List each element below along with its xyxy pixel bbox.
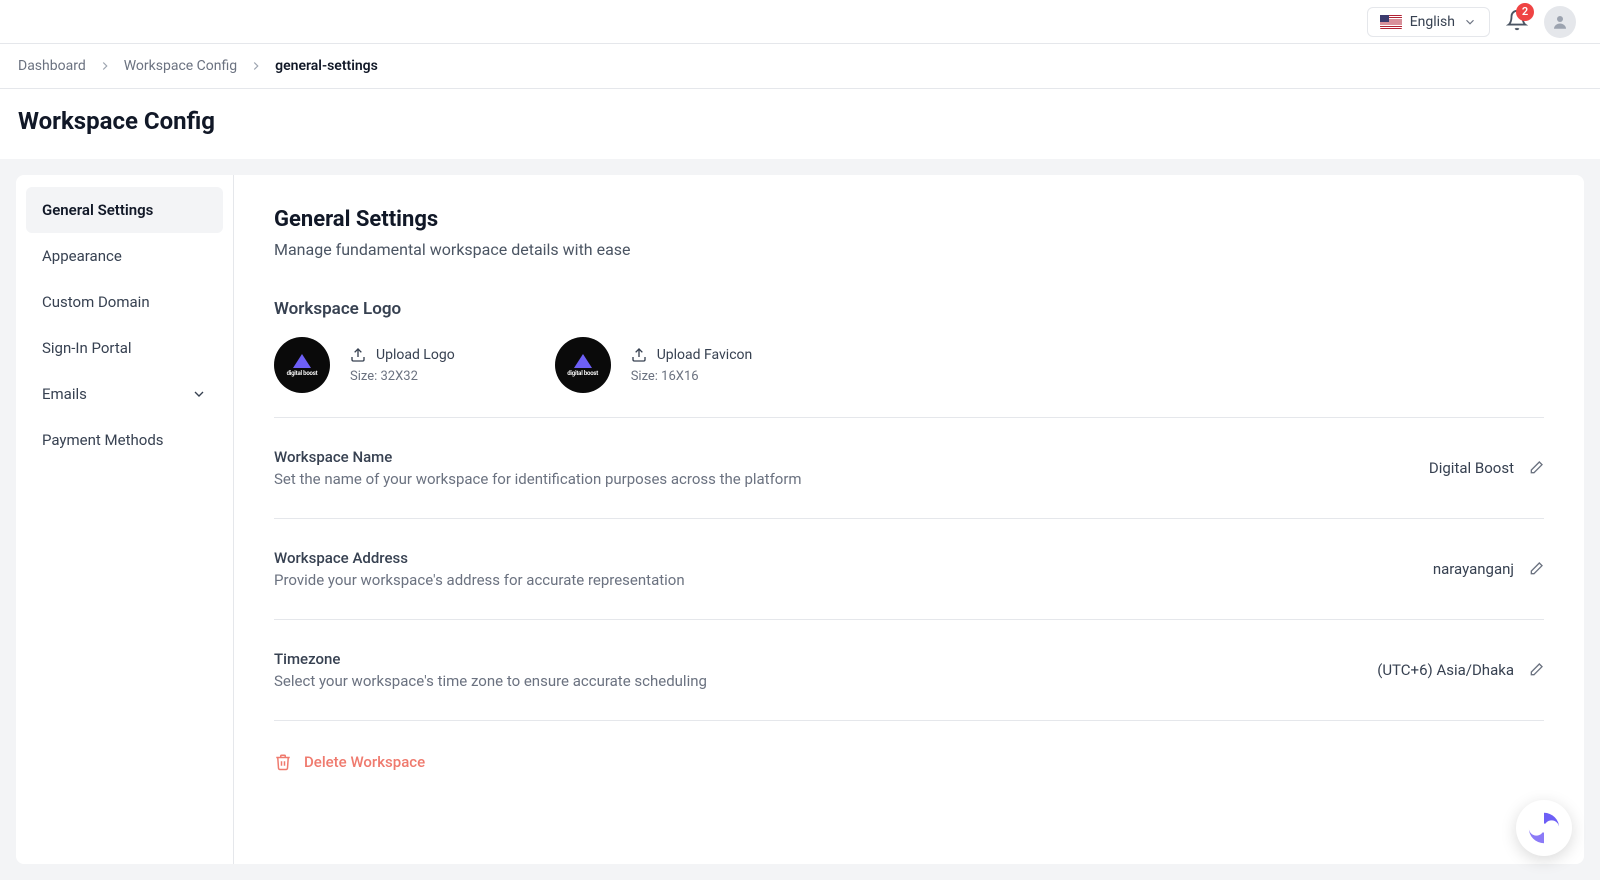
- sidebar-item-payment-methods[interactable]: Payment Methods: [26, 417, 223, 463]
- upload-icon: [631, 347, 647, 363]
- favicon-brand-text: digital boost: [567, 370, 598, 377]
- breadcrumb-workspace-config[interactable]: Workspace Config: [124, 58, 237, 74]
- workspace-name-value: Digital Boost: [1429, 459, 1514, 477]
- notifications-button[interactable]: 2: [1506, 9, 1528, 35]
- chevron-right-icon: [249, 59, 263, 73]
- upload-favicon-button[interactable]: Upload Favicon: [631, 347, 753, 363]
- logo-triangle-icon: [293, 354, 311, 368]
- upload-logo-size: Size: 32X32: [350, 369, 455, 384]
- workspace-favicon-preview: digital boost: [555, 337, 611, 393]
- language-selector[interactable]: English: [1367, 7, 1490, 37]
- pencil-icon: [1528, 460, 1544, 476]
- user-avatar[interactable]: [1544, 6, 1576, 38]
- page-title: Workspace Config: [0, 89, 1600, 159]
- sidebar-item-sign-in-portal[interactable]: Sign-In Portal: [26, 325, 223, 371]
- user-icon: [1551, 13, 1569, 31]
- flag-us-icon: [1380, 15, 1402, 29]
- upload-logo-column: Upload Logo Size: 32X32: [350, 347, 455, 384]
- upload-favicon-size: Size: 16X16: [631, 369, 753, 384]
- help-swirl-icon: [1525, 809, 1563, 847]
- upload-favicon-label: Upload Favicon: [657, 347, 753, 363]
- field-desc: Set the name of your workspace for ident…: [274, 470, 802, 488]
- chevron-down-icon: [1463, 15, 1477, 29]
- logo-brand-text: digital boost: [287, 370, 318, 377]
- edit-workspace-address-button[interactable]: [1528, 561, 1544, 577]
- upload-icon: [350, 347, 366, 363]
- sidebar-item-general-settings[interactable]: General Settings: [26, 187, 223, 233]
- divider: [274, 619, 1544, 620]
- sidebar-item-label: Payment Methods: [42, 431, 164, 449]
- upload-logo-label: Upload Logo: [376, 347, 455, 363]
- notification-badge: 2: [1516, 3, 1534, 21]
- field-desc: Select your workspace's time zone to ens…: [274, 672, 707, 690]
- main-area: General Settings Appearance Custom Domai…: [0, 159, 1600, 880]
- logo-row: digital boost Upload Logo Size: 32X32: [274, 337, 1544, 393]
- sidebar-item-appearance[interactable]: Appearance: [26, 233, 223, 279]
- field-workspace-name: Workspace Name Set the name of your work…: [274, 442, 1544, 494]
- timezone-value: (UTC+6) Asia/Dhaka: [1377, 661, 1514, 679]
- pencil-icon: [1528, 561, 1544, 577]
- settings-panel: General Settings Appearance Custom Domai…: [16, 175, 1584, 864]
- field-title: Timezone: [274, 650, 707, 668]
- favicon-block: digital boost Upload Favicon Size: 16X16: [555, 337, 753, 393]
- trash-icon: [274, 753, 292, 771]
- breadcrumb-dashboard[interactable]: Dashboard: [18, 58, 86, 74]
- field-desc: Provide your workspace's address for acc…: [274, 571, 685, 589]
- upload-logo-button[interactable]: Upload Logo: [350, 347, 455, 363]
- edit-timezone-button[interactable]: [1528, 662, 1544, 678]
- divider: [274, 720, 1544, 721]
- sidebar-item-label: Appearance: [42, 247, 122, 265]
- pencil-icon: [1528, 662, 1544, 678]
- logo-block: digital boost Upload Logo Size: 32X32: [274, 337, 455, 393]
- workspace-address-value: narayanganj: [1433, 560, 1514, 578]
- logo-section-heading: Workspace Logo: [274, 299, 1544, 319]
- sidebar-item-label: Custom Domain: [42, 293, 150, 311]
- divider: [274, 518, 1544, 519]
- field-workspace-address: Workspace Address Provide your workspace…: [274, 543, 1544, 595]
- delete-workspace-button[interactable]: Delete Workspace: [274, 753, 1544, 771]
- topbar: English 2: [0, 0, 1600, 44]
- sidebar-item-emails[interactable]: Emails: [26, 371, 223, 417]
- content-area: General Settings Manage fundamental work…: [234, 175, 1584, 864]
- field-title: Workspace Address: [274, 549, 685, 567]
- breadcrumb: Dashboard Workspace Config general-setti…: [0, 44, 1600, 89]
- workspace-logo-preview: digital boost: [274, 337, 330, 393]
- section-subtitle: Manage fundamental workspace details wit…: [274, 240, 1544, 259]
- field-title: Workspace Name: [274, 448, 802, 466]
- delete-workspace-label: Delete Workspace: [304, 753, 425, 771]
- sidebar-item-label: General Settings: [42, 201, 153, 219]
- section-title: General Settings: [274, 207, 1544, 232]
- chevron-right-icon: [98, 59, 112, 73]
- language-label: English: [1410, 14, 1455, 30]
- sidebar: General Settings Appearance Custom Domai…: [16, 175, 234, 864]
- favicon-triangle-icon: [574, 354, 592, 368]
- sidebar-item-custom-domain[interactable]: Custom Domain: [26, 279, 223, 325]
- upload-favicon-column: Upload Favicon Size: 16X16: [631, 347, 753, 384]
- sidebar-item-label: Emails: [42, 385, 87, 403]
- sidebar-item-label: Sign-In Portal: [42, 339, 132, 357]
- divider: [274, 417, 1544, 418]
- help-chat-button[interactable]: [1516, 800, 1572, 856]
- breadcrumb-current: general-settings: [275, 58, 378, 74]
- edit-workspace-name-button[interactable]: [1528, 460, 1544, 476]
- chevron-down-icon: [191, 386, 207, 402]
- field-timezone: Timezone Select your workspace's time zo…: [274, 644, 1544, 696]
